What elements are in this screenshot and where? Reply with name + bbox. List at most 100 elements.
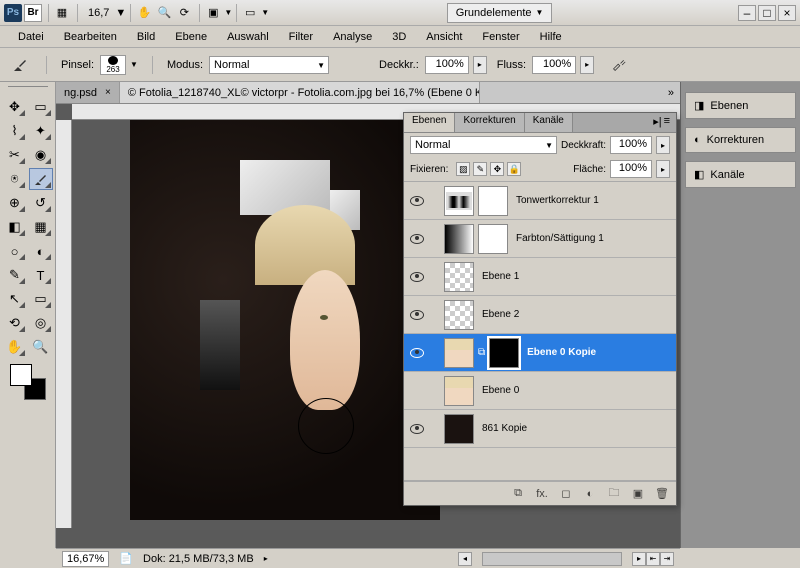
collapsed-panel-kanaele[interactable]: ◧Kanäle — [685, 161, 796, 188]
3d-orbit-tool[interactable]: ◎ — [29, 312, 53, 334]
visibility-toggle[interactable] — [408, 194, 426, 208]
panel-menu-icon[interactable]: ≡ — [664, 115, 670, 130]
new-group-icon[interactable]: 🗀 — [606, 487, 622, 501]
panel-tab-korrekturen[interactable]: Korrekturen — [455, 113, 524, 132]
hand-tool-icon[interactable]: ✋ — [135, 4, 153, 22]
3d-rotate-tool[interactable]: ⟲ — [3, 312, 27, 334]
clone-stamp-tool[interactable]: ⊕ — [3, 192, 27, 214]
flow-flyout[interactable]: ▸ — [580, 56, 594, 74]
visibility-toggle[interactable] — [408, 232, 426, 246]
lock-transparency-icon[interactable]: ▨ — [456, 162, 470, 176]
lock-all-icon[interactable]: 🔒 — [507, 162, 521, 176]
type-tool[interactable]: T — [29, 264, 53, 286]
visibility-toggle[interactable] — [408, 384, 426, 398]
tab-overflow[interactable]: » — [662, 82, 680, 103]
visibility-toggle[interactable] — [408, 308, 426, 322]
panel-tab-ebenen[interactable]: Ebenen — [404, 113, 455, 132]
path-select-tool[interactable]: ↖ — [3, 288, 27, 310]
brush-preset-picker[interactable]: 263 — [100, 55, 126, 75]
layer-name[interactable]: Farbton/Sättigung 1 — [516, 233, 604, 244]
layer-blend-mode[interactable]: Normal — [410, 136, 557, 154]
minimize-button[interactable]: – — [738, 5, 756, 21]
opacity-flyout[interactable]: ▸ — [473, 56, 487, 74]
layer-name[interactable]: Tonwertkorrektur 1 — [516, 195, 599, 206]
workspace-switcher[interactable]: Grundelemente▼ — [447, 3, 553, 23]
collapsed-panel-ebenen[interactable]: ◨Ebenen — [685, 92, 796, 119]
menu-ebene[interactable]: Ebene — [165, 28, 217, 46]
add-mask-icon[interactable]: ◻ — [558, 487, 574, 501]
panel-collapse-icon[interactable]: ▸| — [653, 115, 661, 130]
menu-bild[interactable]: Bild — [127, 28, 165, 46]
zoom-tool-icon[interactable]: 🔍 — [155, 4, 173, 22]
marquee-tool[interactable]: ▭ — [29, 96, 53, 118]
crop-tool[interactable]: ✂ — [3, 144, 27, 166]
close-button[interactable]: × — [778, 5, 796, 21]
layer-row[interactable]: Ebene 2 — [404, 296, 676, 334]
lock-pixels-icon[interactable]: ✎ — [473, 162, 487, 176]
layer-row[interactable]: ⧉ Ebene 0 Kopie — [404, 334, 676, 372]
history-brush-tool[interactable]: ↺ — [29, 192, 53, 214]
zoom-tool[interactable]: 🔍 — [29, 336, 53, 358]
toolbox-grip[interactable] — [8, 86, 48, 92]
layer-row[interactable]: Ebene 1 — [404, 258, 676, 296]
ruler-vertical[interactable] — [56, 120, 72, 528]
layer-row[interactable]: Tonwertkorrektur 1 — [404, 182, 676, 220]
brush-tool-indicator[interactable] — [8, 54, 32, 76]
layer-name[interactable]: 861 Kopie — [482, 423, 527, 434]
menu-hilfe[interactable]: Hilfe — [530, 28, 572, 46]
menu-auswahl[interactable]: Auswahl — [217, 28, 279, 46]
pen-tool[interactable]: ✎ — [3, 264, 27, 286]
delete-layer-icon[interactable]: 🗑 — [654, 487, 670, 501]
document-tab-1[interactable]: ng.psd× — [56, 82, 120, 103]
arrange-docs-icon[interactable]: ▣ — [204, 4, 222, 22]
opacity-input[interactable]: 100% — [425, 56, 469, 74]
quick-select-tool[interactable]: ✦ — [29, 120, 53, 142]
blend-mode-dropdown[interactable]: Normal — [209, 56, 329, 74]
mask-thumbnail[interactable] — [478, 224, 508, 254]
scroll-half-right[interactable]: ⇥ — [660, 552, 674, 566]
layer-style-icon[interactable]: fx. — [534, 487, 550, 501]
new-layer-icon[interactable]: ▣ — [630, 487, 646, 501]
shape-tool[interactable]: ▭ — [29, 288, 53, 310]
layer-fill-input[interactable]: 100% — [610, 160, 652, 178]
layer-thumbnail[interactable] — [444, 224, 474, 254]
layer-thumbnail[interactable] — [444, 186, 474, 216]
layer-thumbnail[interactable] — [444, 300, 474, 330]
menu-fenster[interactable]: Fenster — [472, 28, 529, 46]
layer-opacity-input[interactable]: 100% — [610, 136, 652, 154]
healing-brush-tool[interactable]: ⍟ — [3, 168, 27, 190]
scroll-left-button[interactable]: ◂ — [458, 552, 472, 566]
h-scrollbar[interactable] — [482, 552, 622, 566]
mask-thumbnail[interactable] — [489, 338, 519, 368]
zoom-level[interactable]: 16,7 — [88, 7, 109, 19]
document-image[interactable] — [130, 120, 440, 520]
layer-thumbnail[interactable] — [444, 262, 474, 292]
layer-name[interactable]: Ebene 2 — [482, 309, 519, 320]
document-tab-2[interactable]: © Fotolia_1218740_XL© victorpr - Fotolia… — [120, 82, 480, 103]
panel-tab-kanaele[interactable]: Kanäle — [525, 113, 573, 132]
foreground-color[interactable] — [10, 364, 32, 386]
gradient-tool[interactable]: ▦ — [29, 216, 53, 238]
visibility-toggle[interactable] — [408, 346, 426, 360]
info-flyout[interactable]: ▸ — [264, 554, 268, 563]
move-tool[interactable]: ✥ — [3, 96, 27, 118]
adjustment-layer-icon[interactable]: ◐ — [582, 487, 598, 501]
color-swatches[interactable] — [10, 364, 46, 400]
hand-tool[interactable]: ✋ — [3, 336, 27, 358]
close-icon[interactable]: × — [105, 87, 111, 98]
lasso-tool[interactable]: ⌇ — [3, 120, 27, 142]
airbrush-icon[interactable] — [612, 58, 626, 72]
layer-name[interactable]: Ebene 1 — [482, 271, 519, 282]
eraser-tool[interactable]: ◧ — [3, 216, 27, 238]
layer-opacity-flyout[interactable]: ▸ — [656, 136, 670, 154]
layer-row[interactable]: 861 Kopie — [404, 410, 676, 448]
menu-3d[interactable]: 3D — [382, 28, 416, 46]
zoom-readout[interactable]: 16,67% — [62, 551, 109, 567]
layer-thumbnail[interactable] — [444, 376, 474, 406]
collapsed-panel-korrekturen[interactable]: ◐Korrekturen — [685, 127, 796, 153]
link-layers-icon[interactable]: ⧉ — [510, 487, 526, 501]
scroll-half-left[interactable]: ⇤ — [646, 552, 660, 566]
dodge-tool[interactable]: ◐ — [29, 240, 53, 262]
flow-input[interactable]: 100% — [532, 56, 576, 74]
lock-position-icon[interactable]: ✥ — [490, 162, 504, 176]
